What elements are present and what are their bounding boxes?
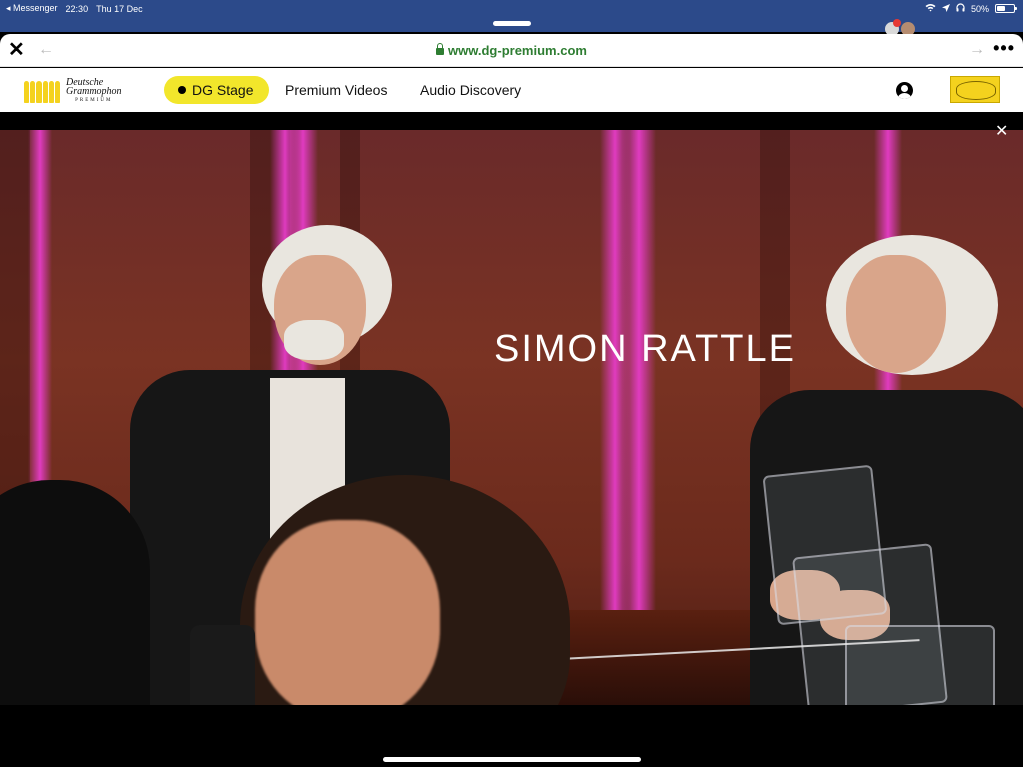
tulip-logo-icon bbox=[24, 80, 61, 103]
home-indicator[interactable] bbox=[383, 757, 641, 762]
nav-audio-discovery[interactable]: Audio Discovery bbox=[420, 76, 521, 104]
nav-premium-videos[interactable]: Premium Videos bbox=[285, 76, 387, 104]
nav-label: DG Stage bbox=[192, 82, 254, 98]
url-text: www.dg-premium.com bbox=[448, 43, 587, 58]
multitask-handle[interactable] bbox=[493, 21, 531, 26]
battery-level bbox=[997, 6, 1005, 11]
back-to-app-link[interactable]: ◂ Messenger bbox=[6, 3, 58, 14]
video-player[interactable]: SIMON RATTLE ✕ bbox=[0, 112, 1023, 767]
live-dot-icon bbox=[178, 86, 186, 94]
brand-wordmark: Deutsche Grammophon PREMIUM bbox=[66, 78, 122, 105]
foreground-figure bbox=[0, 480, 150, 705]
browser-url-bar: ✕ ← www.dg-premium.com → ••• bbox=[0, 34, 1023, 67]
account-icon[interactable] bbox=[896, 82, 913, 99]
battery-percent: 50% bbox=[970, 3, 989, 14]
nav-dg-stage[interactable]: DG Stage bbox=[164, 76, 269, 104]
url-field[interactable]: www.dg-premium.com bbox=[0, 43, 1023, 58]
status-bar: ◂ Messenger 22:30 Thu 17 Dec 50% bbox=[0, 0, 1023, 36]
brand-logo[interactable]: Deutsche Grammophon PREMIUM bbox=[24, 78, 122, 105]
music-stand bbox=[845, 625, 995, 705]
location-icon bbox=[941, 3, 950, 14]
dg-cartouche-logo-icon[interactable] bbox=[950, 76, 1000, 103]
video-frame: SIMON RATTLE bbox=[0, 130, 1023, 705]
close-icon[interactable]: ✕ bbox=[995, 124, 1008, 140]
camera-device bbox=[190, 625, 255, 705]
lock-icon bbox=[436, 43, 445, 55]
battery-icon bbox=[995, 4, 1017, 13]
brand-sub: PREMIUM bbox=[75, 98, 113, 103]
status-time: 22:30 bbox=[65, 3, 89, 14]
headphones-icon bbox=[956, 3, 965, 14]
wifi-icon bbox=[925, 3, 936, 14]
video-caption: SIMON RATTLE bbox=[494, 328, 796, 370]
site-header: Deutsche Grammophon PREMIUM DG Stage Pre… bbox=[0, 68, 1023, 112]
status-date: Thu 17 Dec bbox=[96, 3, 143, 14]
forward-arrow-icon[interactable]: → bbox=[969, 41, 985, 59]
more-icon[interactable]: ••• bbox=[993, 38, 1015, 59]
